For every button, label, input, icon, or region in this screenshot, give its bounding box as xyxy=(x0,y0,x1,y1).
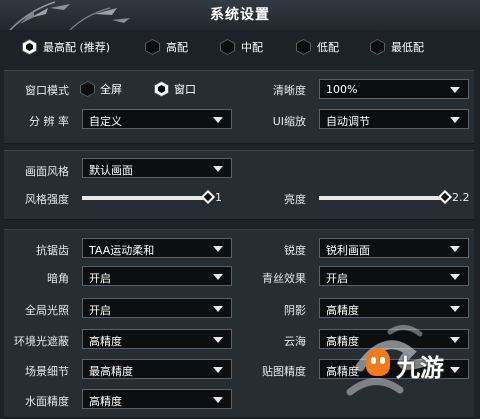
brightness-label: 亮度 xyxy=(284,193,306,206)
vignette-label: 暗角 xyxy=(47,272,69,285)
vignette-dropdown[interactable]: 开启 xyxy=(82,266,232,286)
strength-slider[interactable] xyxy=(82,189,216,206)
water-value: 高精度 xyxy=(89,395,122,408)
chevron-down-icon xyxy=(213,367,223,373)
gi-dropdown[interactable]: 开启 xyxy=(82,298,232,318)
clarity-dropdown[interactable]: 100% xyxy=(319,79,469,99)
vignette-value: 开启 xyxy=(89,272,111,285)
gi-value: 开启 xyxy=(89,304,111,317)
page-title: 系统设置 xyxy=(210,7,270,23)
preset-label: 高配 xyxy=(166,41,188,54)
radio-icon xyxy=(370,39,385,55)
fullscreen-label: 全屏 xyxy=(100,83,122,96)
hair-label: 青丝效果 xyxy=(262,272,306,285)
chevron-down-icon xyxy=(213,274,223,280)
watermark-text: 九游 xyxy=(396,354,444,382)
style-label: 画面风格 xyxy=(25,165,69,178)
fullscreen-radio[interactable]: 全屏 xyxy=(80,81,122,97)
hair-value: 开启 xyxy=(326,272,348,285)
water-dropdown[interactable]: 高精度 xyxy=(82,389,232,409)
header-bar: 系统设置 xyxy=(0,0,480,30)
clarity-label: 清晰度 xyxy=(273,84,306,97)
radio-selected-icon xyxy=(22,39,37,55)
chevron-down-icon xyxy=(450,87,460,93)
chevron-down-icon xyxy=(213,397,223,403)
ao-dropdown[interactable]: 高精度 xyxy=(82,329,232,349)
windowed-radio[interactable]: 窗口 xyxy=(154,81,196,97)
strength-value: 1 xyxy=(215,191,222,204)
hair-dropdown[interactable]: 开启 xyxy=(319,266,469,286)
slider-fill xyxy=(82,196,208,200)
preset-highest[interactable]: 最高配 (推荐) xyxy=(22,36,110,58)
style-value: 默认画面 xyxy=(89,164,133,177)
sharpness-value: 锐利画面 xyxy=(326,244,370,257)
slider-fill xyxy=(319,196,445,200)
chevron-down-icon xyxy=(213,306,223,312)
brightness-value: 2.2 xyxy=(452,191,470,204)
chevron-down-icon xyxy=(213,246,223,252)
nine-game-icon xyxy=(366,348,390,376)
chevron-down-icon xyxy=(213,166,223,172)
radio-icon xyxy=(145,39,160,55)
resolution-label: 分 辨 率 xyxy=(29,115,69,128)
chevron-down-icon xyxy=(213,337,223,343)
preset-lowest[interactable]: 最低配 xyxy=(370,36,424,58)
texture-label: 贴图精度 xyxy=(262,365,306,378)
preset-medium[interactable]: 中配 xyxy=(220,36,263,58)
ao-label: 环境光遮蔽 xyxy=(14,335,69,348)
ui-scale-label: UI缩放 xyxy=(272,115,306,128)
radio-icon xyxy=(296,39,311,55)
aa-label: 抗锯齿 xyxy=(36,244,69,257)
sharpness-label: 锐度 xyxy=(284,244,306,257)
style-dropdown[interactable]: 默认画面 xyxy=(82,158,232,178)
ui-scale-dropdown[interactable]: 自动调节 xyxy=(319,109,469,129)
water-label: 水面精度 xyxy=(25,395,69,408)
sharpness-dropdown[interactable]: 锐利画面 xyxy=(319,238,469,258)
preset-label: 中配 xyxy=(241,41,263,54)
window-mode-label: 窗口模式 xyxy=(25,84,69,97)
ui-scale-value: 自动调节 xyxy=(326,115,370,128)
resolution-value: 自定义 xyxy=(89,115,122,128)
preset-label: 低配 xyxy=(317,41,339,54)
preset-label: 最高配 (推荐) xyxy=(43,41,111,54)
slider-handle[interactable] xyxy=(437,189,453,205)
chevron-down-icon xyxy=(450,117,460,123)
preset-row: 最高配 (推荐) 高配 中配 低配 最低配 xyxy=(0,36,480,58)
cloud-label: 云海 xyxy=(284,335,306,348)
scene-dropdown[interactable]: 最高精度 xyxy=(82,359,232,379)
style-panel: 画面风格 默认画面 风格强度 1 亮度 2.2 xyxy=(4,150,474,220)
aa-dropdown[interactable]: TAA运动柔和 xyxy=(82,238,232,258)
chevron-down-icon xyxy=(450,274,460,280)
scene-value: 最高精度 xyxy=(89,365,133,378)
radio-icon xyxy=(80,81,95,97)
chevron-down-icon xyxy=(213,117,223,123)
brightness-slider[interactable] xyxy=(319,189,453,206)
display-panel: 窗口模式 全屏 窗口 分 辨 率 自定义 清晰度 100% UI缩放 自动调节 xyxy=(4,70,474,144)
radio-selected-icon xyxy=(154,81,169,97)
gi-label: 全局光照 xyxy=(25,304,69,317)
shadow-label: 阴影 xyxy=(284,304,306,317)
chevron-down-icon xyxy=(450,246,460,252)
radio-icon xyxy=(220,39,235,55)
watermark-logo: 九游 xyxy=(330,312,480,416)
windowed-label: 窗口 xyxy=(174,83,196,96)
ao-value: 高精度 xyxy=(89,335,122,348)
clarity-value: 100% xyxy=(326,83,358,96)
strength-label: 风格强度 xyxy=(25,193,69,206)
preset-low[interactable]: 低配 xyxy=(296,36,339,58)
aa-value: TAA运动柔和 xyxy=(89,244,155,257)
preset-high[interactable]: 高配 xyxy=(145,36,188,58)
slider-handle[interactable] xyxy=(200,189,216,205)
preset-label: 最低配 xyxy=(391,41,424,54)
resolution-dropdown[interactable]: 自定义 xyxy=(82,109,232,129)
scene-label: 场景细节 xyxy=(25,365,69,378)
